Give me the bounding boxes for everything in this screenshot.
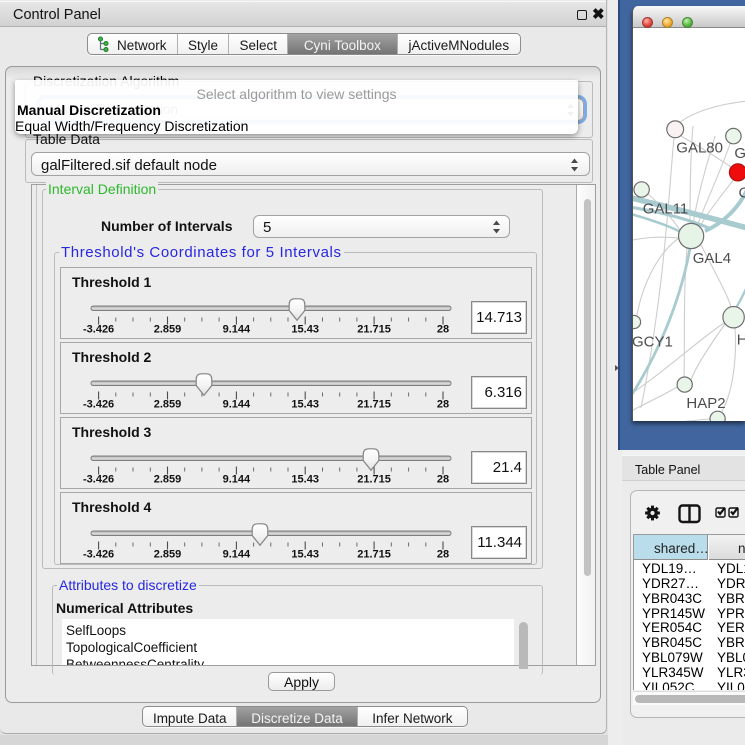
svg-text:21.715: 21.715 bbox=[357, 474, 391, 486]
svg-text:-3.426: -3.426 bbox=[83, 549, 114, 561]
svg-text:9.144: 9.144 bbox=[223, 324, 251, 336]
svg-text:21.715: 21.715 bbox=[357, 399, 391, 411]
svg-text:21.715: 21.715 bbox=[357, 549, 391, 561]
svg-text:9.144: 9.144 bbox=[223, 549, 251, 561]
svg-text:GAL11: GAL11 bbox=[643, 201, 689, 218]
svg-text:9.144: 9.144 bbox=[223, 474, 251, 486]
svg-text:2.859: 2.859 bbox=[154, 399, 182, 411]
svg-text:2.859: 2.859 bbox=[154, 474, 182, 486]
svg-text:GAL80: GAL80 bbox=[676, 139, 723, 156]
svg-text:2.859: 2.859 bbox=[154, 549, 182, 561]
svg-text:28: 28 bbox=[437, 324, 449, 336]
svg-text:15.43: 15.43 bbox=[291, 474, 319, 486]
svg-text:G: G bbox=[734, 145, 745, 162]
svg-text:-3.426: -3.426 bbox=[83, 399, 114, 411]
svg-text:H: H bbox=[737, 331, 745, 348]
svg-text:21.715: 21.715 bbox=[357, 324, 391, 336]
svg-text:15.43: 15.43 bbox=[291, 324, 319, 336]
svg-text:28: 28 bbox=[437, 474, 449, 486]
svg-text:28: 28 bbox=[437, 399, 449, 411]
svg-text:HAP2: HAP2 bbox=[686, 395, 725, 412]
svg-text:-3.426: -3.426 bbox=[83, 474, 114, 486]
svg-text:9.144: 9.144 bbox=[223, 399, 251, 411]
svg-text:C: C bbox=[739, 185, 745, 202]
svg-text:GCY1: GCY1 bbox=[633, 333, 673, 350]
svg-text:15.43: 15.43 bbox=[291, 399, 319, 411]
svg-text:2.859: 2.859 bbox=[154, 324, 182, 336]
svg-text:28: 28 bbox=[437, 549, 449, 561]
svg-text:-3.426: -3.426 bbox=[83, 324, 114, 336]
svg-text:GAL4: GAL4 bbox=[693, 250, 731, 267]
svg-text:15.43: 15.43 bbox=[291, 549, 319, 561]
